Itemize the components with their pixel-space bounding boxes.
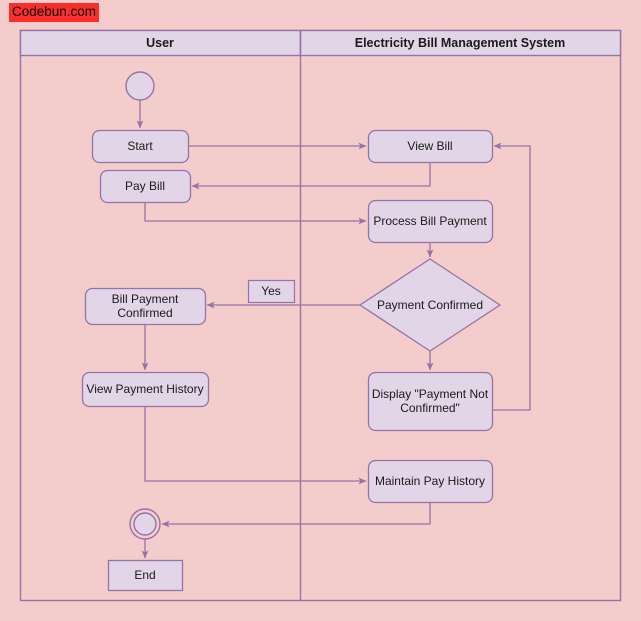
- node-label-process-bill-payment: Process Bill Payment: [373, 214, 487, 228]
- node-display-payment-not-confirmed[interactable]: Display "Payment Not Confirmed": [367, 371, 494, 432]
- node-label-payment-confirmed: Payment Confirmed: [377, 298, 483, 312]
- node-label-view-bill: View Bill: [407, 139, 452, 153]
- node-process-bill-payment[interactable]: Process Bill Payment: [367, 199, 494, 244]
- node-maintain-pay-history[interactable]: Maintain Pay History: [367, 459, 494, 504]
- node-final[interactable]: [129, 508, 161, 540]
- node-view-payment-history[interactable]: View Payment History: [81, 371, 210, 408]
- node-label-maintain-pay-history: Maintain Pay History: [375, 474, 485, 488]
- edge-label-group: Yes: [247, 279, 296, 304]
- node-label-pay-bill: Pay Bill: [125, 179, 165, 193]
- node-pay-bill[interactable]: Pay Bill: [99, 169, 192, 204]
- codebun-watermark: Codebun.com: [9, 3, 100, 22]
- label-yes-text: Yes: [261, 284, 281, 298]
- node-shape-initial[interactable]: [125, 71, 155, 101]
- activity-diagram-canvas: User Electricity Bill Management System S…: [19, 29, 622, 602]
- node-end[interactable]: End: [107, 559, 184, 592]
- node-label-start: Start: [127, 139, 153, 153]
- lane-title-system: Electricity Bill Management System: [355, 36, 566, 50]
- lane-title-user: User: [146, 36, 174, 50]
- node-label-bill-payment-confirmed: Bill Payment Confirmed: [112, 292, 179, 320]
- node-view-bill[interactable]: View Bill: [367, 129, 494, 164]
- node-bill-payment-confirmed[interactable]: Bill Payment Confirmed: [84, 287, 207, 326]
- node-shape-final[interactable]: [133, 512, 157, 536]
- edge-label-label-yes: Yes: [247, 279, 296, 304]
- node-label-end: End: [134, 568, 155, 582]
- node-initial[interactable]: [125, 71, 155, 101]
- node-label-view-payment-history: View Payment History: [86, 382, 203, 396]
- node-start[interactable]: Start: [91, 129, 190, 164]
